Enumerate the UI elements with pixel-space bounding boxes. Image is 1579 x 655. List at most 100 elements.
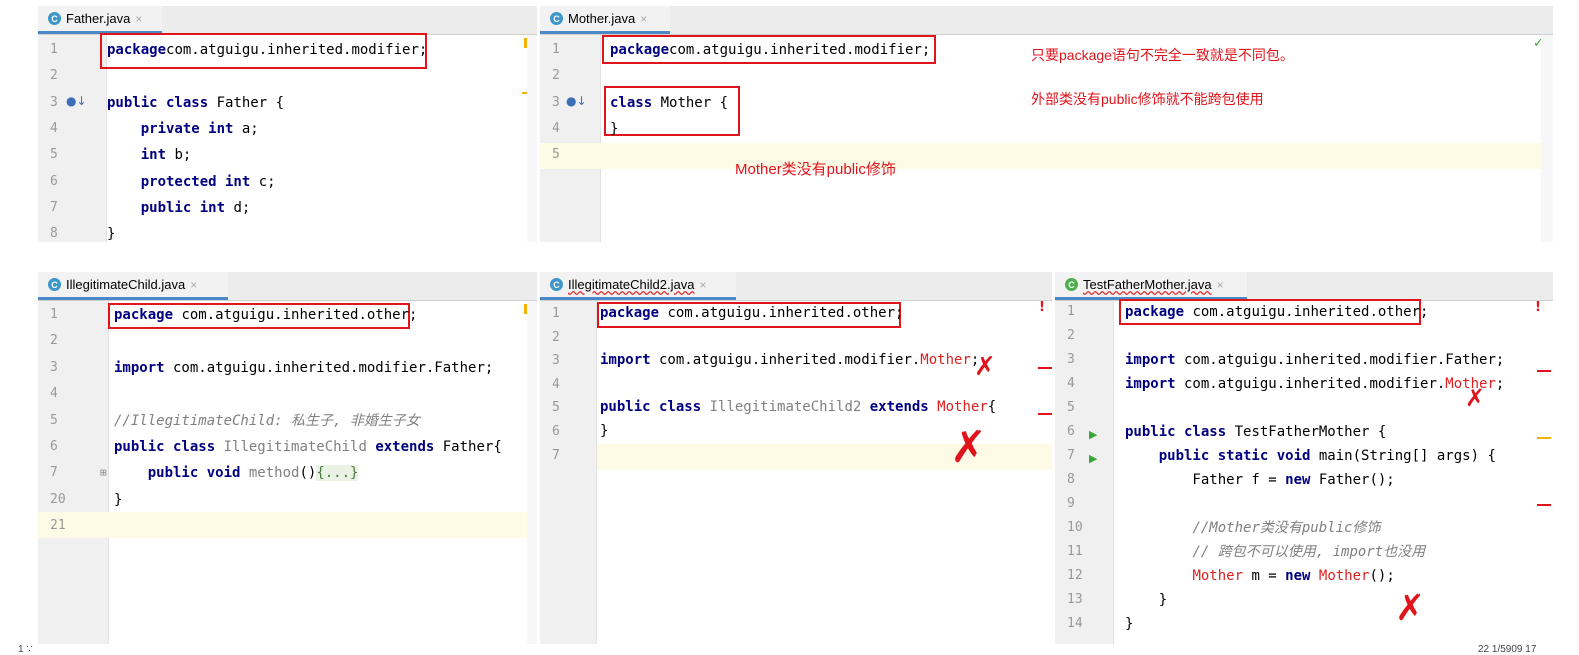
code-line: 21 <box>38 513 537 539</box>
code-token: () <box>299 465 317 482</box>
code-text: import com.atguigu.inherited.modifier.Fa… <box>1125 348 1504 372</box>
code-line: 3 class Mother { <box>540 90 1553 116</box>
code-line: 8 Father f = new Father(); <box>1055 468 1553 492</box>
code-token: Mother { <box>652 94 729 111</box>
code-token: public class <box>600 399 702 416</box>
line-number: 8 <box>50 226 58 242</box>
code-token: Mother <box>1310 568 1370 584</box>
close-icon[interactable]: × <box>699 278 706 292</box>
line-number: 6 <box>552 424 560 439</box>
line-number: 2 <box>50 333 58 349</box>
code-text: public static void main(String[] args) { <box>1125 444 1496 468</box>
code-token: package <box>610 42 670 58</box>
code-token: main(String[] args) { <box>1310 448 1496 464</box>
code-token: public int <box>140 199 226 216</box>
code-line: 12 Mother m = new Mother(); <box>1055 564 1553 588</box>
code-text: } <box>610 116 618 142</box>
tab-illegitimatechild-java[interactable]: C IllegitimateChild.java × <box>38 272 228 300</box>
line-number: 3 <box>552 94 560 110</box>
code-line: 5 int b; <box>38 142 537 168</box>
code-line: 1 packagecom.atguigu.inherited.modifier; <box>38 37 537 63</box>
editor-pane-illegitimate-child2: C IllegitimateChild2.java × ! ✗ ✗ 1 packa… <box>540 272 1052 644</box>
code-line: 7 public void method(){...} <box>38 460 537 486</box>
close-icon[interactable]: × <box>640 12 647 26</box>
code-token: public class <box>107 94 209 111</box>
code-token: //Mother类没有public修饰 <box>1192 520 1381 536</box>
code-line: 1 packagecom.atguigu.inherited.modifier; <box>540 37 1553 63</box>
line-number: 4 <box>552 120 560 136</box>
line-number: 1 <box>50 307 58 322</box>
tab-label: IllegitimateChild2.java <box>568 277 695 292</box>
editor-pane-mother: C Mother.java × ●↓ ✓ 只要package语句不完全一致就是不… <box>540 6 1553 242</box>
code-token: } <box>610 120 619 137</box>
code-text: public class Father { <box>107 90 284 116</box>
code-text: Father f = new Father(); <box>1125 468 1394 492</box>
code-token: public void <box>147 465 241 482</box>
code-token: Father f = <box>1125 472 1286 488</box>
tab-bar: C Father.java × <box>38 6 537 35</box>
code-token: package <box>114 307 174 323</box>
line-number: 3 <box>50 94 58 110</box>
line-number: 1 <box>1067 304 1075 319</box>
line-number: 6 <box>50 173 58 189</box>
code-token: } <box>600 423 609 439</box>
tab-illegitimatechild2-java[interactable]: C IllegitimateChild2.java × <box>540 272 736 300</box>
code-line: 2 <box>1055 324 1553 348</box>
code-line: 1 package com.atguigu.inherited.other; <box>38 302 537 328</box>
code-line: 2 <box>540 63 1553 89</box>
code-line: 2 <box>540 326 1052 350</box>
tab-label: Mother.java <box>568 11 636 26</box>
class-icon: C <box>550 278 563 291</box>
code-token: { <box>987 399 997 416</box>
code-token: com.atguigu.inherited.modifier.Father; <box>1175 352 1505 368</box>
code-line: 2 <box>38 328 537 354</box>
code-line: 5 <box>1055 396 1553 420</box>
code-text: package com.atguigu.inherited.other; <box>114 302 417 328</box>
code-token: package <box>600 305 660 321</box>
close-icon[interactable]: × <box>135 12 142 26</box>
line-number: 7 <box>50 199 58 215</box>
code-token: package <box>1125 304 1185 320</box>
code-token: private int <box>140 120 234 137</box>
close-icon[interactable]: × <box>190 278 197 292</box>
line-number: 21 <box>50 518 66 534</box>
code-text: //Mother类没有public修饰 <box>1125 516 1380 540</box>
code-token: c; <box>250 173 276 190</box>
tab-mother-java[interactable]: C Mother.java × <box>540 6 670 34</box>
code-token: public class <box>1125 424 1227 440</box>
code-token: package <box>107 42 167 58</box>
status-left: 1 ∵ <box>18 644 33 655</box>
line-number: 10 <box>1067 520 1083 535</box>
code-line: 6} <box>540 420 1052 444</box>
code-text: import com.atguigu.inherited.modifier.Fa… <box>114 355 493 381</box>
code-line: 20} <box>38 487 537 513</box>
code-token: com.atguigu.inherited.modifier; <box>669 42 931 58</box>
code-line: 10 //Mother类没有public修饰 <box>1055 516 1553 540</box>
line-number: 2 <box>552 68 560 84</box>
code-token: com.atguigu.inherited.modifier. <box>1175 376 1446 392</box>
code-token: extends <box>375 439 435 455</box>
code-text: } <box>107 221 115 242</box>
line-number: 6 <box>1067 424 1075 439</box>
code-text: // 跨包不可以使用, import也没用 <box>1125 540 1425 564</box>
tab-label: TestFatherMother.java <box>1083 277 1212 292</box>
code-token: ; <box>1495 376 1505 392</box>
code-token: class <box>610 94 653 111</box>
tab-father-java[interactable]: C Father.java × <box>38 6 162 34</box>
class-icon: C <box>48 278 61 291</box>
code-token: com.atguigu.inherited.modifier. <box>650 352 921 369</box>
editor-pane-test-father-mother: C TestFatherMother.java × ▶ ▶ ! ✗ ✗ 1 pac… <box>1055 272 1553 644</box>
line-number: 5 <box>1067 400 1075 415</box>
code-line: 5 //IllegitimateChild: 私生子, 非婚生子女 <box>38 408 537 434</box>
code-line: 4} <box>540 116 1553 142</box>
close-icon[interactable]: × <box>1217 278 1224 292</box>
code-token: {...} <box>316 465 359 482</box>
code-line: 3 import com.atguigu.inherited.modifier.F… <box>1055 348 1553 372</box>
code-token: Father{ <box>434 439 502 455</box>
code-token: // 跨包不可以使用, import也没用 <box>1192 544 1426 560</box>
line-number: 11 <box>1067 544 1083 559</box>
tab-testfathermother-java[interactable]: C TestFatherMother.java × <box>1055 272 1247 300</box>
